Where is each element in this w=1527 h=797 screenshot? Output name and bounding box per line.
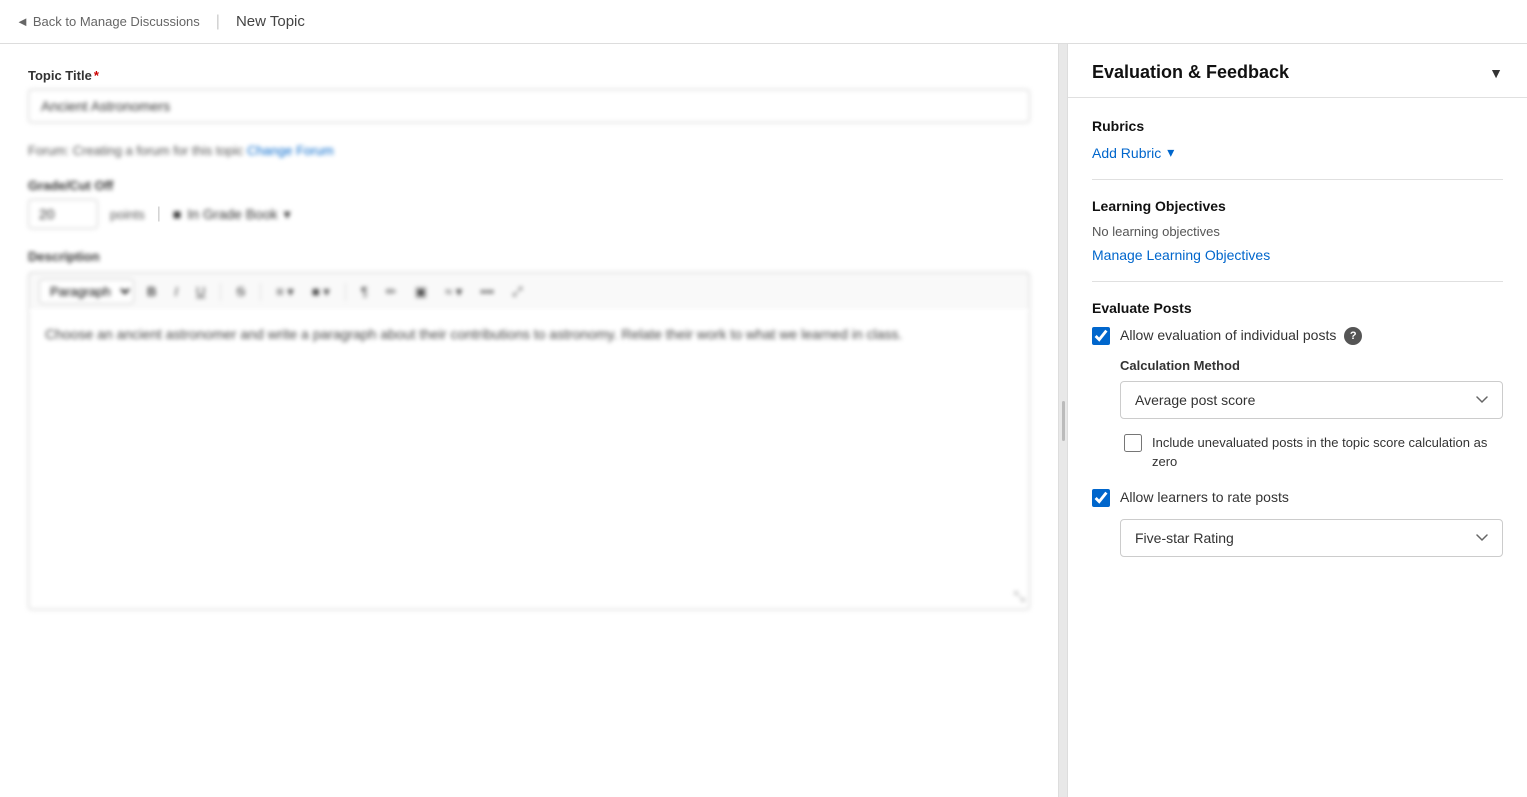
grade-unit-label: points <box>110 207 145 222</box>
editor-body[interactable]: Choose an ancient astronomer and write a… <box>28 310 1030 610</box>
more-button[interactable]: ••• <box>475 281 499 302</box>
resize-handle[interactable]: ⤡ <box>1014 588 1025 605</box>
evaluate-posts-section: Evaluate Posts Allow evaluation of indiv… <box>1092 300 1503 557</box>
grade-book-chevron: ▾ <box>284 206 291 223</box>
add-rubric-button[interactable]: Add Rubric ▾ <box>1092 144 1174 161</box>
list-button[interactable]: ¶ <box>356 281 373 302</box>
grade-book-icon: ■ <box>173 206 181 222</box>
italic-button[interactable]: I <box>169 281 183 302</box>
indent-button[interactable]: ≈ ▾ <box>440 281 467 303</box>
grade-divider: | <box>157 205 161 223</box>
forum-line: Forum: Creating a forum for this topic C… <box>28 143 1030 158</box>
right-panel-body: Rubrics Add Rubric ▾ Learning Objectives… <box>1068 98 1527 577</box>
unevaluated-posts-label: Include unevaluated posts in the topic s… <box>1152 433 1503 472</box>
learning-objectives-title: Learning Objectives <box>1092 198 1503 214</box>
manage-learning-objectives-link[interactable]: Manage Learning Objectives <box>1092 247 1503 263</box>
back-arrow-icon: ◄ <box>16 14 29 29</box>
grade-input[interactable] <box>28 199 98 229</box>
color-button[interactable]: ■ ▾ <box>307 281 335 303</box>
change-forum-link[interactable]: Change Forum <box>247 143 334 158</box>
panel-chevron-icon[interactable]: ▼ <box>1489 65 1503 81</box>
toolbar-separator-1 <box>220 283 221 301</box>
strikethrough-button[interactable]: S <box>231 281 250 302</box>
evaluate-posts-title: Evaluate Posts <box>1092 300 1503 316</box>
top-navigation: ◄ Back to Manage Discussions | New Topic <box>0 0 1527 44</box>
allow-individual-row: Allow evaluation of individual posts ? <box>1092 326 1503 346</box>
toolbar-separator-3 <box>345 283 346 301</box>
page-title: New Topic <box>236 13 305 30</box>
fullscreen-button[interactable]: ⤢ <box>507 281 527 303</box>
rate-method-container: Five-star Rating Up/Down Voting Star Rat… <box>1092 519 1503 557</box>
rubrics-section: Rubrics Add Rubric ▾ <box>1092 118 1503 161</box>
allow-individual-checkbox[interactable] <box>1092 327 1110 345</box>
description-label: Description <box>28 249 1030 264</box>
rate-method-select[interactable]: Five-star Rating Up/Down Voting Star Rat… <box>1120 519 1503 557</box>
calculation-method-select[interactable]: Average post score Highest post score Lo… <box>1120 381 1503 419</box>
allow-rate-posts-checkbox[interactable] <box>1092 489 1110 507</box>
bold-button[interactable]: B <box>142 281 161 302</box>
add-rubric-chevron: ▾ <box>1167 144 1174 161</box>
topic-title-input[interactable] <box>28 89 1030 123</box>
grade-label: Grade/Cut Off <box>28 178 1030 193</box>
section-divider-2 <box>1092 281 1503 282</box>
add-rubric-label: Add Rubric <box>1092 145 1161 161</box>
back-link[interactable]: ◄ Back to Manage Discussions <box>16 14 200 29</box>
grade-book-label: In Grade Book <box>187 206 277 222</box>
nav-divider: | <box>216 13 220 31</box>
main-container: Topic Title* Forum: Creating a forum for… <box>0 44 1527 797</box>
grade-row: points | ■ In Grade Book ▾ <box>28 199 1030 229</box>
section-divider-1 <box>1092 179 1503 180</box>
toolbar-separator-2 <box>260 283 261 301</box>
help-icon[interactable]: ? <box>1344 327 1362 345</box>
right-panel-title: Evaluation & Feedback <box>1092 62 1289 83</box>
unevaluated-posts-row: Include unevaluated posts in the topic s… <box>1120 433 1503 472</box>
allow-individual-label: Allow evaluation of individual posts ? <box>1120 326 1362 346</box>
underline-button[interactable]: U <box>191 281 210 302</box>
rubrics-title: Rubrics <box>1092 118 1503 134</box>
learning-objectives-section: Learning Objectives No learning objectiv… <box>1092 198 1503 263</box>
calculation-method-container: Calculation Method Average post score Hi… <box>1092 358 1503 472</box>
allow-rate-posts-row: Allow learners to rate posts <box>1092 488 1503 508</box>
back-link-label: Back to Manage Discussions <box>33 14 200 29</box>
left-panel: Topic Title* Forum: Creating a forum for… <box>0 44 1059 797</box>
image-button[interactable]: ▣ <box>410 281 432 303</box>
required-marker: * <box>94 68 99 83</box>
topic-title-group: Topic Title* <box>28 68 1030 123</box>
panel-divider[interactable] <box>1059 44 1067 797</box>
right-panel-header: Evaluation & Feedback ▼ <box>1068 44 1527 98</box>
calculation-method-label: Calculation Method <box>1120 358 1503 373</box>
allow-rate-posts-label: Allow learners to rate posts <box>1120 488 1289 508</box>
grade-book-wrapper: ■ In Grade Book ▾ <box>173 206 291 223</box>
align-button[interactable]: ≡ ▾ <box>271 281 299 303</box>
topic-title-label: Topic Title* <box>28 68 1030 83</box>
paragraph-select[interactable]: Paragraph <box>39 279 134 304</box>
description-group: Description Paragraph B I U S ≡ ▾ ■ ▾ ¶ … <box>28 249 1030 610</box>
right-panel: Evaluation & Feedback ▼ Rubrics Add Rubr… <box>1067 44 1527 797</box>
unevaluated-posts-checkbox[interactable] <box>1124 434 1142 452</box>
grade-group: Grade/Cut Off points | ■ In Grade Book ▾ <box>28 178 1030 229</box>
link-button[interactable]: ✏ <box>381 281 402 303</box>
no-objectives-text: No learning objectives <box>1092 224 1503 239</box>
editor-content: Choose an ancient astronomer and write a… <box>45 326 902 342</box>
editor-toolbar: Paragraph B I U S ≡ ▾ ■ ▾ ¶ ✏ ▣ ≈ ▾ ••• … <box>28 272 1030 310</box>
